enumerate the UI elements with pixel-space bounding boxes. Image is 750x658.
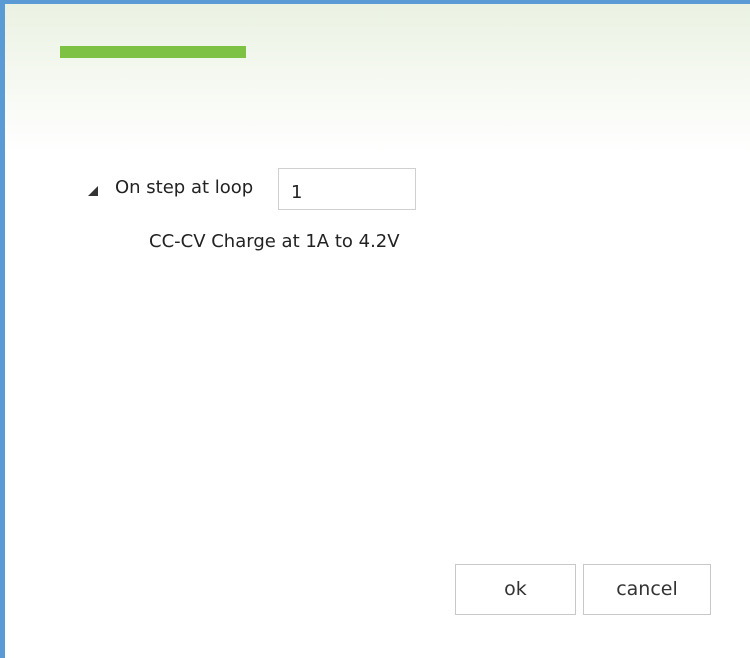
loop-step-label: On step at loop: [115, 177, 254, 198]
step-description: CC-CV Charge at 1A to 4.2V: [149, 231, 400, 252]
loop-number-input[interactable]: [278, 168, 416, 210]
triangle-expanded-icon[interactable]: [85, 183, 101, 199]
accent-bar: [60, 46, 246, 58]
ok-button[interactable]: ok: [455, 564, 576, 615]
dialog-window: On step at loop CC-CV Charge at 1A to 4.…: [0, 0, 750, 658]
cancel-button[interactable]: cancel: [583, 564, 711, 615]
